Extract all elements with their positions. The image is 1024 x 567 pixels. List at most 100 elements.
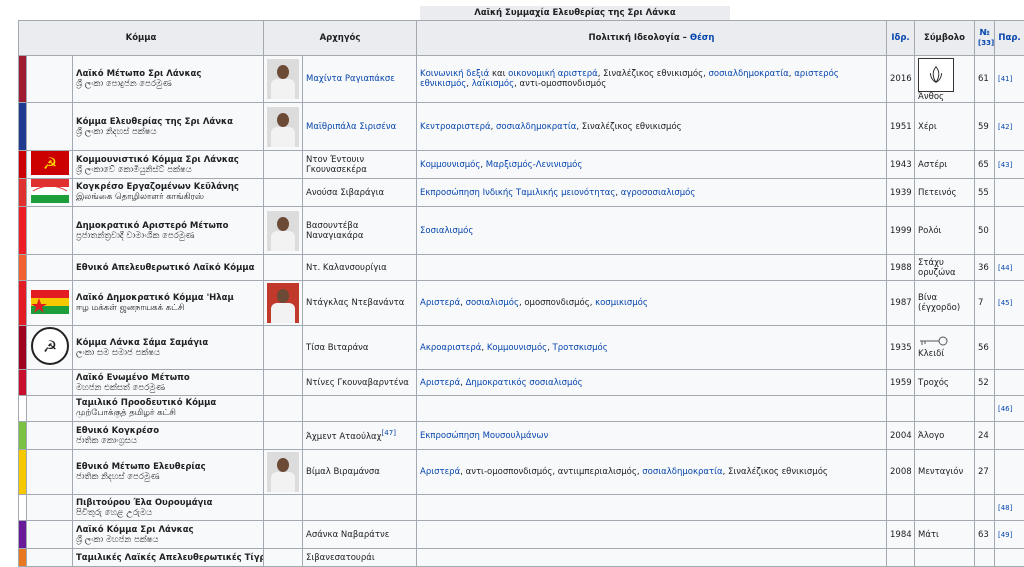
party-number: [975, 396, 995, 422]
ideology-term[interactable]: λαϊκισμός: [472, 79, 514, 89]
party-name[interactable]: Λαϊκό Μέτωπο Σρι Λάνκας: [76, 69, 260, 79]
leader-photo[interactable]: [267, 59, 299, 99]
party-name[interactable]: Κομμουνιστικό Κόμμα Σρι Λάνκας: [76, 155, 260, 165]
reference-link[interactable]: [42]: [998, 123, 1012, 131]
reference-link[interactable]: [44]: [998, 264, 1012, 272]
ideology-term[interactable]: Κοινωνική δεξιά: [420, 69, 489, 79]
reference-link[interactable]: [43]: [998, 161, 1012, 169]
leader-photo-cell: [264, 281, 303, 326]
col-header-leader[interactable]: Αρχηγός: [264, 21, 417, 56]
party-name[interactable]: Πιβιτούρου Έλα Ουρουμάγια: [76, 498, 260, 508]
leader-name[interactable]: Μαϊθριπάλα Σιρισένα: [306, 122, 396, 132]
party-number: 7: [975, 281, 995, 326]
col-header-founded[interactable]: Ιδρ.: [887, 21, 915, 56]
party-name[interactable]: Ταμιλικό Προοδευτικό Κόμμα: [76, 398, 260, 408]
party-name[interactable]: Κόμμα Ελευθερίας της Σρι Λάνκα: [76, 117, 260, 127]
col-header-party[interactable]: Κόμμα: [19, 21, 264, 56]
col-header-symbol[interactable]: Σύμβολο: [915, 21, 975, 56]
party-name[interactable]: Δημοκρατικό Αριστερό Μέτωπο: [76, 221, 260, 231]
founded-link[interactable]: Ιδρ.: [891, 33, 909, 43]
party-name[interactable]: Κογκρέσο Εργαζομένων Κεϋλάνης: [76, 182, 260, 192]
ideology-term[interactable]: σοσιαλδημοκρατία: [642, 467, 722, 477]
party-name[interactable]: Ταμιλικές Λαϊκές Απελευθερωτικές Τίγρεις: [76, 553, 260, 563]
party-name-cell: Λαϊκό Ενωμένο Μέτωποමහජන එක්සත් පෙරමුණ: [73, 370, 264, 396]
reference-cell: [45]: [995, 281, 1024, 326]
leader-photo[interactable]: [267, 452, 299, 492]
party-name-cell: Εθνικό Μέτωπο Ελευθερίαςජාතික නිදහස් පෙර…: [73, 450, 264, 495]
leader-photo[interactable]: [267, 211, 299, 251]
party-logo-cell: [27, 370, 73, 396]
reference-link[interactable]: [46]: [998, 405, 1012, 413]
ideology-term[interactable]: Ακροαριστερά: [420, 343, 481, 353]
col-header-ref[interactable]: Παρ.: [995, 21, 1024, 56]
party-name[interactable]: Κόμμα Λάνκα Σάμα Σαμάγια: [76, 338, 260, 348]
ideology-term[interactable]: Αριστερά: [420, 378, 460, 388]
party-name[interactable]: Λαϊκό Δημοκρατικό Κόμμα 'Ηλαμ: [76, 293, 260, 303]
party-color-bar: [19, 396, 27, 422]
leader-ref[interactable]: [47]: [382, 429, 396, 437]
leader-photo[interactable]: [267, 283, 299, 323]
ideology-term[interactable]: οικονομική αριστερά: [508, 69, 598, 79]
leader-photo-cell: [264, 255, 303, 281]
founded-year: 1943: [887, 151, 915, 179]
leader-name-cell: [303, 495, 417, 521]
ideology-term[interactable]: σοσιαλισμός: [466, 298, 519, 308]
party-name[interactable]: Εθνικό Μέτωπο Ελευθερίας: [76, 462, 260, 472]
ideology-term[interactable]: Κεντροαριστερά: [420, 122, 491, 132]
leader-photo-cell: [264, 103, 303, 151]
reference-cell: [995, 549, 1024, 567]
ideology-term[interactable]: Σοσιαλισμός: [420, 226, 473, 236]
col-header-number[interactable]: №[33]: [975, 21, 995, 56]
epdp-flag-icon: [31, 290, 69, 314]
leader-name[interactable]: Μαχίντα Ραγιαπάκσε: [306, 74, 395, 84]
ideology-cell: Κοινωνική δεξιά και οικονομική αριστερά,…: [417, 56, 887, 103]
ideology-term[interactable]: αγροσοσιαλισμός: [621, 188, 696, 198]
number-ref[interactable]: [33]: [978, 39, 994, 47]
leader-name: Ντ. Καλανσουρίγια: [306, 263, 387, 273]
ideology-term[interactable]: Μαρξισμός-Λενινισμός: [486, 160, 583, 170]
symbol-name: Στάχυ ορυζώνα: [918, 258, 956, 278]
ideology-cell: Αριστερά, Δημοκρατικός σοσιαλισμός: [417, 370, 887, 396]
ideology-term[interactable]: Κομμουνισμός: [420, 160, 480, 170]
ref-link[interactable]: Παρ.: [998, 33, 1020, 43]
party-name[interactable]: Λαϊκό Ενωμένο Μέτωπο: [76, 373, 260, 383]
leader-photo[interactable]: [267, 107, 299, 147]
party-logo-cell: ☭: [27, 326, 73, 370]
ideology-term[interactable]: Εκπροσώπηση Μουσουλμάνων: [420, 431, 548, 441]
reference-link[interactable]: [41]: [998, 75, 1012, 83]
reference-link[interactable]: [48]: [998, 504, 1012, 512]
ideology-term[interactable]: Αριστερά: [420, 467, 460, 477]
ideology-header-text: Πολιτική Ιδεολογία –: [589, 33, 690, 43]
number-link[interactable]: №: [979, 28, 989, 38]
party-color-bar: [19, 326, 27, 370]
table-row: Λαϊκό Δημοκρατικό Κόμμα 'Ηλαμஈழ மக்கள் ஜ…: [19, 281, 1024, 326]
party-number: [975, 495, 995, 521]
ideology-term[interactable]: Κομμουνισμός: [487, 343, 547, 353]
party-name[interactable]: Εθνικό Κογκρέσο: [76, 426, 260, 436]
symbol-name: Άνθος: [918, 92, 944, 102]
ideology-term[interactable]: Εκπροσώπηση Ινδικής Ταμιλικής μειονότητα…: [420, 188, 615, 198]
party-native-name: இலங்கை தொழிலாளர் காங்கிரஸ்: [76, 192, 260, 203]
founded-year: 1984: [887, 521, 915, 549]
col-header-ideology[interactable]: Πολιτική Ιδεολογία – Θέση: [417, 21, 887, 56]
ideology-term[interactable]: Δημοκρατικός σοσιαλισμός: [466, 378, 583, 388]
reference-link[interactable]: [45]: [998, 299, 1012, 307]
party-number: 56: [975, 326, 995, 370]
table-row: Δημοκρατικό Αριστερό Μέτωποප්‍රජාතන්ත්‍ර…: [19, 207, 1024, 255]
ideology-term[interactable]: σοσιαλδημοκρατία: [496, 122, 576, 132]
reference-cell: [46]: [995, 396, 1024, 422]
ideology-term[interactable]: σοσιαλδημοκρατία: [709, 69, 789, 79]
ideology-term[interactable]: Τροτσκισμός: [553, 343, 608, 353]
party-name-cell: Κομμουνιστικό Κόμμα Σρι Λάνκαςශ්‍රී ලංකා…: [73, 151, 264, 179]
ideology-term[interactable]: Αριστερά: [420, 298, 460, 308]
position-link[interactable]: Θέση: [690, 33, 715, 43]
leader-name-cell: Μαχίντα Ραγιαπάκσε: [303, 56, 417, 103]
table-row: Ταμιλικό Προοδευτικό Κόμμαமுற்போக்குத் த…: [19, 396, 1024, 422]
table-row: Λαϊκό Κόμμα Σρι Λάνκαςශ්‍රී ලංකා මහජන පක…: [19, 521, 1024, 549]
ideology-term[interactable]: κοσμικισμός: [595, 298, 648, 308]
symbol-name: Χέρι: [918, 122, 937, 132]
party-number: 27: [975, 450, 995, 495]
symbol-cell: Κλειδί: [915, 326, 975, 370]
reference-link[interactable]: [49]: [998, 531, 1012, 539]
party-name[interactable]: Εθνικό Απελευθερωτικό Λαϊκό Κόμμα: [76, 263, 260, 273]
